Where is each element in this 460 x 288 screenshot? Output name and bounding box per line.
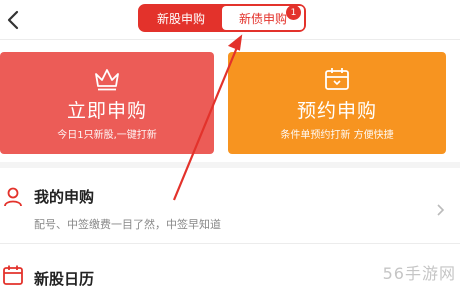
reserve-subscribe-card[interactable]: 预约申购 条件单预约打新 方便快捷 bbox=[228, 52, 446, 154]
subscribe-now-title: 立即申购 bbox=[66, 100, 147, 122]
tab-new-stock[interactable]: 新股申购 bbox=[140, 6, 222, 30]
watermark: 56手游网 bbox=[382, 264, 456, 283]
my-subscription-subtitle: 配号、中签缴费一目了然，中签早知道 bbox=[34, 218, 221, 231]
chevron-right-icon bbox=[436, 202, 446, 216]
subscribe-now-card[interactable]: 立即申购 今日1只新股,一键打新 bbox=[0, 52, 214, 154]
crown-icon bbox=[92, 66, 122, 92]
back-icon[interactable] bbox=[2, 6, 26, 34]
my-subscription-title: 我的申购 bbox=[34, 188, 95, 206]
section-divider bbox=[0, 162, 460, 168]
top-bar: 新股申购 新债申购 1 bbox=[0, 0, 460, 40]
reserve-subscribe-title: 预约申购 bbox=[296, 100, 377, 122]
my-subscription-row[interactable]: 我的申购 配号、中签缴费一目了然，中签早知道 bbox=[0, 172, 460, 244]
user-icon bbox=[2, 186, 24, 208]
tab-switcher: 新股申购 新债申购 bbox=[138, 4, 306, 32]
notification-badge: 1 bbox=[286, 5, 301, 20]
subscribe-now-subtitle: 今日1只新股,一键打新 bbox=[57, 130, 157, 141]
calendar-icon bbox=[2, 264, 24, 286]
reserve-subscribe-subtitle: 条件单预约打新 方便快捷 bbox=[280, 130, 394, 141]
calendar-icon bbox=[322, 66, 352, 92]
ipo-calendar-title: 新股日历 bbox=[34, 270, 95, 288]
